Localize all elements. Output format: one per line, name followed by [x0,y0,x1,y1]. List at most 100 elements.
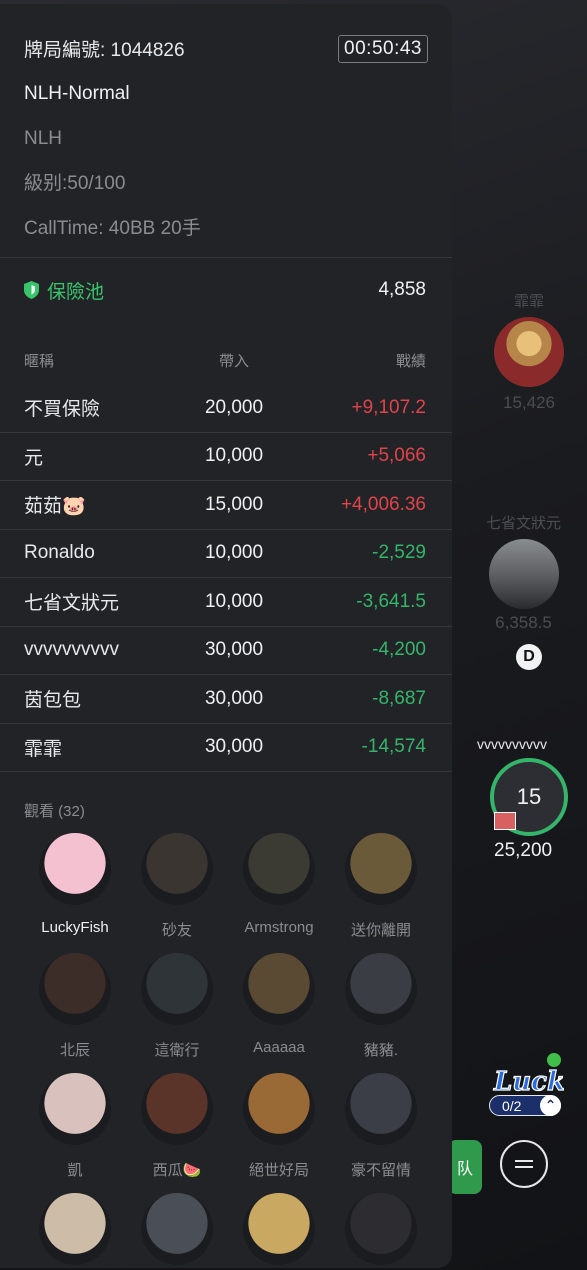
seat-player-2[interactable]: 七省文狀元 6,358.5 [486,512,561,633]
player-buyin: 10,000 [204,542,264,564]
player-result: -3,641.5 [356,590,426,612]
team-button[interactable]: 队 [448,1140,482,1194]
blind-level: 級别:50/100 [24,173,126,194]
team-button-label: 队 [456,1161,473,1178]
table-row: Ronaldo 10,000 -2,529 [0,530,452,578]
svg-text:Lucky: Lucky [493,1067,564,1097]
hero-player-name: vvvvvvvvvv [477,736,547,752]
spectator[interactable]: 送你離開 [330,833,432,953]
player-name: 茹茹🐷 [24,496,86,518]
table-row: 元 10,000 +5,066 [0,433,452,481]
column-header-buyin: 帶入 [218,352,249,370]
spectator-avatar [141,1073,213,1145]
hero-action-timer: 15 [516,784,542,809]
spectator[interactable]: 這衛行 [126,953,228,1073]
spectator[interactable]: LuckyFish [24,833,126,953]
player-buyin: 10,000 [204,590,264,612]
table-row: vvvvvvvvvv 30,000 -4,200 [0,627,452,675]
player-name: Ronaldo [24,542,95,564]
seat-chip-count: 15,426 [503,393,555,412]
game-name: NLH-Normal [24,83,130,104]
player-buyin: 30,000 [204,687,264,709]
seat-avatar [488,539,559,609]
lucky-count: 0/2 [502,1097,522,1114]
spectator[interactable]: 絕世好局 [228,1073,330,1193]
spectator-grid: LuckyFish 砂友 Armstrong 送你離開北辰 這衛行 Aaaaaa 豬豬. 凱 西… [24,833,432,1268]
spectator[interactable]: 砂友 [126,833,228,953]
spectator-name: 砂友 [161,922,192,939]
column-header-name: 暱稱 [24,352,55,370]
spectator[interactable]: 豪不留情 [330,1073,432,1193]
spectator[interactable]: 凱 [24,1073,126,1193]
seat-player-name: 霏霏 [513,293,544,310]
chevron-up-icon: ⌃ [540,1095,561,1116]
spectator-name: Aaaaaa [253,1039,305,1056]
chat-icon [515,1160,533,1168]
player-buyin: 30,000 [204,736,264,758]
spectator[interactable]: 北辰 [24,953,126,1073]
player-result: +4,006.36 [340,493,426,515]
hand-id: 牌局編號: 1044826 [24,40,185,61]
spectator[interactable]: 西瓜🍉 [126,1073,228,1193]
spectator-avatar [39,953,111,1025]
player-name: 不買保險 [24,399,101,421]
insurance-value: 4,858 [378,279,426,300]
player-name: vvvvvvvvvv [24,639,119,661]
results-table-header: 暱稱 帶入 戰績 [0,336,452,384]
spectator[interactable]: Armstrong [228,833,330,953]
dealer-button: D [516,644,542,670]
player-result: -2,529 [372,542,426,564]
spectator-name: Armstrong [244,919,314,936]
seat-player-name: 七省文狀元 [486,515,562,532]
spectator[interactable] [24,1193,126,1268]
spectator-avatar [345,953,417,1025]
spectator[interactable] [228,1193,330,1268]
table-row: 不買保險 20,000 +9,107.2 [0,384,452,433]
player-result: -14,574 [361,736,426,758]
insurance-pool: 保險池 4,858 [0,260,452,320]
player-buyin: 20,000 [204,396,264,418]
player-name: 元 [24,447,44,469]
spectator-avatar [243,1073,315,1145]
spectator-avatar [243,833,315,905]
seat-player-1[interactable]: 霏霏 15,426 [494,290,564,413]
spectator-avatar [345,1073,417,1145]
table-row: 茵包包 30,000 -8,687 [0,675,452,724]
chat-button[interactable] [500,1140,548,1188]
player-buyin: 30,000 [204,639,264,661]
results-table: 不買保險 20,000 +9,107.2 元 10,000 +5,066 茹茹🐷 15,000… [0,384,452,772]
spectator-avatar [345,833,417,905]
hero-chip-count: 25,200 [494,840,553,861]
player-result: -4,200 [372,639,426,661]
player-result: -8,687 [372,687,426,709]
spectator-name: 北辰 [59,1042,90,1059]
calltime-info: CallTime: 40BB 20手 [24,218,201,239]
seat-chip-count: 6,358.5 [495,613,552,632]
spectator[interactable]: 豬豬. [330,953,432,1073]
spectator-name: LuckyFish [41,919,109,936]
spectator-name: 凱 [67,1162,83,1179]
seat-avatar [494,317,564,387]
spectator[interactable]: Aaaaaa [228,953,330,1073]
spectator-avatar [345,1193,417,1265]
spectators-title: 觀看 (32) [24,803,85,820]
player-result: +9,107.2 [351,396,427,418]
spectator-avatar [141,1193,213,1265]
spectator-name: 這衛行 [154,1042,200,1059]
spectator[interactable] [126,1193,228,1268]
spectator-name: 西瓜🍉 [152,1162,202,1179]
spectator-name: 送你離開 [350,922,411,939]
spectators-section: 觀看 (32) LuckyFish 砂友 Armstrong 送你離開北辰 這衛行 Aaa… [0,800,452,1268]
table-row: 茹茹🐷 15,000 +4,006.36 [0,481,452,530]
column-header-result: 戰績 [395,352,426,370]
card-icon [494,812,516,830]
player-name: 七省文狀元 [24,593,120,615]
shield-icon [24,281,39,299]
spectator[interactable] [330,1193,432,1268]
lucky-counter[interactable]: 0/2 ⌃ [489,1095,561,1116]
spectator-avatar [141,833,213,905]
spectator-name: 絕世好局 [248,1162,309,1179]
game-info-panel: 牌局編號: 1044826 00:50:43 NLH-Normal NLH 級别… [0,4,452,1268]
player-buyin: 10,000 [204,445,264,467]
player-name: 霏霏 [24,738,63,760]
